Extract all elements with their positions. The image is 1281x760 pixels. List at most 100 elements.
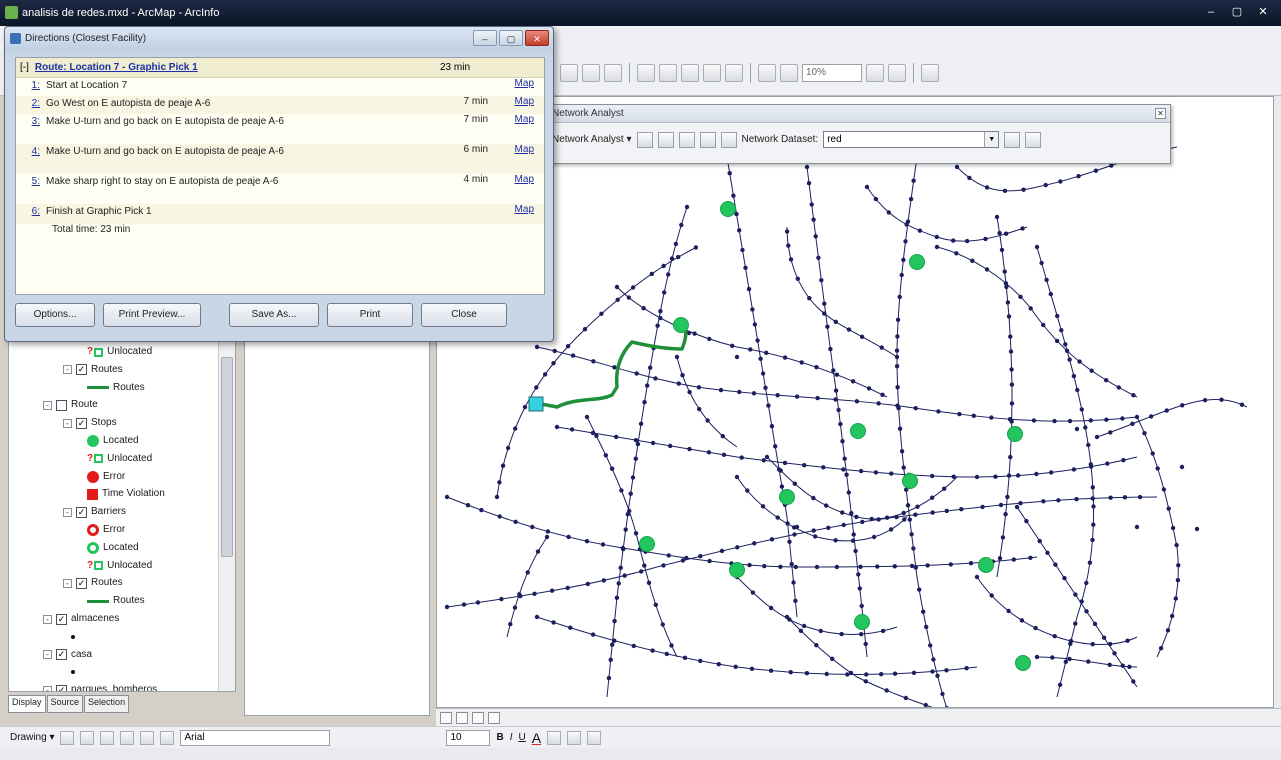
step-number[interactable]: 1: <box>16 80 46 96</box>
create-network-location-icon[interactable] <box>657 131 674 148</box>
step-map-link[interactable]: Map <box>515 204 534 215</box>
expand-toggle[interactable]: - <box>43 650 52 660</box>
fixed-zoom-out-icon[interactable] <box>681 64 699 82</box>
rotate-icon[interactable] <box>80 730 95 745</box>
toc-layer-row[interactable]: - ✓ Routes <box>63 361 123 379</box>
step-number[interactable]: 2: <box>16 98 46 114</box>
bold-button[interactable]: B <box>496 732 503 743</box>
network-analyst-menu[interactable]: Network Analyst ▾ <box>552 134 632 145</box>
map-canvas[interactable] <box>437 97 1274 708</box>
direction-step[interactable]: 2: Go West on E autopista de peaje A-6 7 m… <box>16 96 544 114</box>
direction-step[interactable]: 5: Make sharp right to stay on E autopist… <box>16 174 544 204</box>
close-dialog-button[interactable]: Close <box>421 303 507 327</box>
solve-icon[interactable] <box>699 131 716 148</box>
toc-layer-row[interactable]: - ✓ Routes <box>63 574 123 592</box>
toc-layer-row[interactable]: Located <box>87 539 139 557</box>
map-scrollbar[interactable] <box>1274 96 1281 708</box>
font-size-select[interactable]: 10 <box>446 729 491 746</box>
font-select[interactable]: Arial <box>180 729 331 746</box>
fixed-zoom-in-icon[interactable] <box>659 64 677 82</box>
previous-extent-icon[interactable] <box>703 64 721 82</box>
fill-color-icon[interactable] <box>547 730 562 745</box>
zoom-in-icon[interactable] <box>560 64 578 82</box>
toc-layer-row[interactable]: Time Violation <box>87 485 165 503</box>
direction-step[interactable]: 3: Make U-turn and go back on E autopista… <box>16 114 544 144</box>
expand-toggle[interactable]: - <box>63 507 72 517</box>
toc-layer-row[interactable]: Error <box>87 521 125 539</box>
layout-zoom-in-icon[interactable] <box>758 64 776 82</box>
minimize-button[interactable]: – <box>473 30 497 46</box>
toggle-draft-icon[interactable] <box>866 64 884 82</box>
na-close-icon[interactable]: ✕ <box>1155 108 1166 119</box>
refresh-icon[interactable] <box>472 711 484 724</box>
zoom-out-icon[interactable] <box>582 64 600 82</box>
chevron-down-icon[interactable]: ▼ <box>984 132 999 147</box>
step-number[interactable]: 6: <box>16 206 46 224</box>
direction-step[interactable]: 6: Finish at Graphic Pick 1 Map <box>16 204 544 224</box>
expand-toggle[interactable]: - <box>63 365 72 375</box>
rectangle-icon[interactable] <box>120 730 135 745</box>
step-number[interactable]: 4: <box>16 146 46 174</box>
step-number[interactable]: 3: <box>16 116 46 144</box>
layer-checkbox[interactable]: ✓ <box>76 417 87 429</box>
layer-checkbox[interactable]: ✓ <box>56 613 67 625</box>
drawing-menu[interactable]: Drawing ▾ <box>10 732 54 743</box>
tab-source[interactable]: Source <box>46 695 84 713</box>
toc-layer-row[interactable]: Routes <box>87 592 145 610</box>
step-number[interactable]: 5: <box>16 176 46 204</box>
underline-button[interactable]: U <box>519 732 526 743</box>
route-header[interactable]: [-] Route: Location 7 - Graphic Pick 1 2… <box>16 58 544 78</box>
close-button[interactable]: ✕ <box>525 30 549 46</box>
build-network-icon[interactable] <box>1004 131 1021 148</box>
callout-icon[interactable] <box>160 730 175 745</box>
pan-icon[interactable] <box>604 64 622 82</box>
incident-marker[interactable] <box>528 396 544 412</box>
maximize-button[interactable]: ▢ <box>499 30 523 46</box>
expand-toggle[interactable]: - <box>43 614 52 624</box>
zoom-percent-combo[interactable]: 10% <box>802 64 862 82</box>
toc-layer-row[interactable]: ? Unlocated <box>87 450 152 468</box>
toc-layer-row[interactable]: - Route <box>43 396 98 414</box>
toc-layer-row[interactable]: ? Unlocated <box>87 343 152 361</box>
print-button[interactable]: Print <box>327 303 413 327</box>
maximize-button[interactable]: ▢ <box>1225 4 1249 21</box>
layer-checkbox[interactable] <box>56 399 67 411</box>
italic-button[interactable]: I <box>510 732 513 743</box>
toc-layer-row[interactable]: - ✓ parques_bomberos <box>43 681 157 691</box>
layer-checkbox[interactable]: ✓ <box>76 577 87 589</box>
collapse-toggle[interactable]: [-] <box>20 58 29 77</box>
minimize-button[interactable]: – <box>1199 4 1223 21</box>
close-button[interactable]: ✕ <box>1251 4 1275 21</box>
toc-layer-row[interactable]: Located <box>87 432 139 450</box>
layer-checkbox[interactable]: ✓ <box>56 649 67 661</box>
layer-checkbox[interactable]: ✓ <box>76 506 87 518</box>
expand-toggle[interactable]: - <box>43 685 52 691</box>
directions-icon[interactable] <box>720 131 737 148</box>
step-map-link[interactable]: Map <box>515 144 534 155</box>
expand-toggle[interactable]: - <box>63 578 72 588</box>
font-color-button[interactable]: A <box>532 730 541 746</box>
new-text-icon[interactable] <box>140 730 155 745</box>
toc-layer-row[interactable]: Error <box>87 468 125 486</box>
network-dataset-select[interactable]: red ▼ <box>823 131 1000 148</box>
line-color-icon[interactable] <box>567 730 582 745</box>
layer-checkbox[interactable]: ✓ <box>56 684 67 691</box>
toc-layer-row[interactable]: - ✓ Barriers <box>63 503 126 521</box>
tab-selection[interactable]: Selection <box>84 695 130 713</box>
layer-checkbox[interactable]: ✓ <box>76 364 87 376</box>
print-preview-button[interactable]: Print Preview... <box>103 303 201 327</box>
options-button[interactable]: Options... <box>15 303 95 327</box>
next-extent-icon[interactable] <box>725 64 743 82</box>
expand-toggle[interactable]: - <box>43 400 52 410</box>
select-move-location-icon[interactable] <box>678 131 695 148</box>
step-map-link[interactable]: Map <box>515 96 534 107</box>
toc-layer-row[interactable]: ? Unlocated <box>87 557 152 575</box>
step-map-link[interactable]: Map <box>515 78 534 89</box>
layout-view-icon[interactable] <box>456 711 468 724</box>
focus-frame-icon[interactable] <box>888 64 906 82</box>
toc-layer-row[interactable] <box>43 628 79 646</box>
step-map-link[interactable]: Map <box>515 174 534 185</box>
zoom-to-selected-icon[interactable] <box>100 730 115 745</box>
expand-toggle[interactable]: - <box>63 418 72 428</box>
tab-display[interactable]: Display <box>8 695 46 713</box>
